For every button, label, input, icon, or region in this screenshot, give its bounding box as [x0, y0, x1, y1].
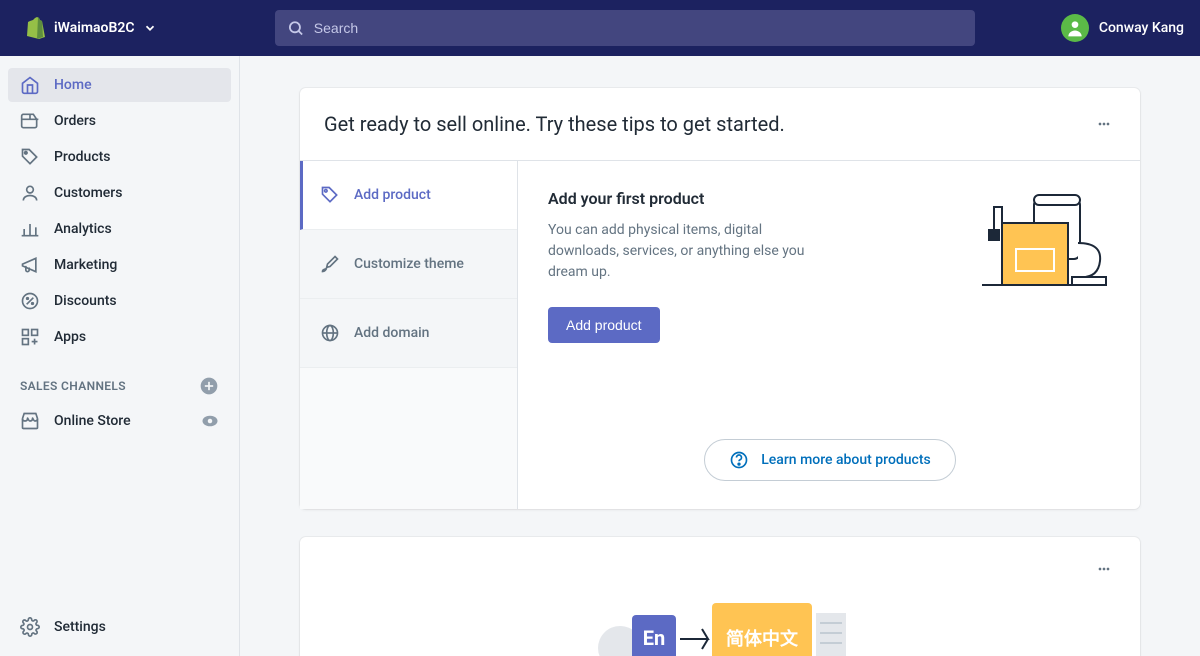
tag-icon [320, 185, 340, 205]
sales-channels-label: SALES CHANNELS [20, 379, 126, 393]
translate-illustration: En 简体中文 [590, 593, 850, 656]
user-menu[interactable]: Conway Kang [1061, 14, 1184, 42]
settings-label: Settings [54, 619, 106, 635]
analytics-icon [20, 219, 40, 239]
sidebar-item-label: Analytics [54, 221, 112, 237]
content-heading: Add your first product [548, 189, 932, 208]
product-illustration [972, 189, 1112, 343]
sidebar-item-label: Orders [54, 113, 96, 129]
sidebar-item-orders[interactable]: Orders [8, 104, 231, 138]
step-add-domain[interactable]: Add domain [300, 299, 517, 368]
sidebar-item-products[interactable]: Products [8, 140, 231, 174]
add-channel-icon[interactable] [199, 376, 219, 396]
gear-icon [20, 617, 40, 637]
discounts-icon [20, 291, 40, 311]
apps-icon [20, 327, 40, 347]
step-add-product[interactable]: Add product [300, 161, 517, 230]
en-badge: En [643, 626, 665, 650]
step-label: Customize theme [354, 256, 464, 272]
globe-icon [320, 323, 340, 343]
sidebar-item-discounts[interactable]: Discounts [8, 284, 231, 318]
sidebar-item-label: Customers [54, 185, 122, 201]
search-icon [287, 19, 304, 37]
sidebar-item-marketing[interactable]: Marketing [8, 248, 231, 282]
sidebar-item-label: Home [54, 77, 92, 93]
sidebar-item-label: Marketing [54, 257, 117, 273]
sidebar-item-label: Apps [54, 329, 86, 345]
search-input[interactable] [314, 20, 963, 36]
setup-steps: Add product Customize theme Add domain [300, 161, 518, 509]
brush-icon [320, 254, 340, 274]
sidebar-item-analytics[interactable]: Analytics [8, 212, 231, 246]
sidebar: Home Orders Products Customers Analytics… [0, 56, 240, 656]
channel-online-store[interactable]: Online Store [8, 404, 231, 438]
sidebar-item-customers[interactable]: Customers [8, 176, 231, 210]
chevron-down-icon [143, 21, 157, 35]
sidebar-item-apps[interactable]: Apps [8, 320, 231, 354]
add-product-button[interactable]: Add product [548, 307, 660, 343]
store-icon [20, 411, 40, 431]
main-content: Get ready to sell online. Try these tips… [240, 56, 1200, 656]
step-customize-theme[interactable]: Customize theme [300, 230, 517, 299]
more-icon[interactable] [1092, 557, 1116, 581]
home-icon [20, 75, 40, 95]
channel-label: Online Store [54, 413, 131, 429]
sidebar-item-label: Products [54, 149, 111, 165]
customers-icon [20, 183, 40, 203]
view-store-icon[interactable] [201, 412, 219, 430]
translate-card: En 简体中文 [300, 537, 1140, 656]
step-content: Add your first product You can add physi… [518, 161, 1140, 509]
sidebar-item-settings[interactable]: Settings [8, 610, 231, 644]
learn-more-label: Learn more about products [761, 452, 930, 468]
learn-more-link[interactable]: Learn more about products [704, 439, 955, 481]
sidebar-item-label: Discounts [54, 293, 117, 309]
store-name: iWaimaoB2C [54, 20, 135, 36]
products-icon [20, 147, 40, 167]
avatar [1061, 14, 1089, 42]
top-bar: iWaimaoB2C Conway Kang [0, 0, 1200, 56]
setup-card: Get ready to sell online. Try these tips… [300, 88, 1140, 509]
step-label: Add domain [354, 325, 429, 341]
sidebar-item-home[interactable]: Home [8, 68, 231, 102]
sales-channels-header: SALES CHANNELS [8, 376, 231, 404]
content-description: You can add physical items, digital down… [548, 220, 808, 283]
search-wrap [275, 10, 975, 46]
help-icon [729, 450, 749, 470]
more-icon[interactable] [1092, 112, 1116, 136]
target-lang: 简体中文 [726, 628, 799, 650]
marketing-icon [20, 255, 40, 275]
search-field[interactable] [275, 10, 975, 46]
shopify-logo-icon [24, 16, 46, 40]
card-title: Get ready to sell online. Try these tips… [324, 112, 785, 136]
user-name: Conway Kang [1099, 20, 1184, 36]
orders-icon [20, 111, 40, 131]
step-label: Add product [354, 187, 431, 203]
store-switcher[interactable]: iWaimaoB2C [16, 10, 165, 46]
